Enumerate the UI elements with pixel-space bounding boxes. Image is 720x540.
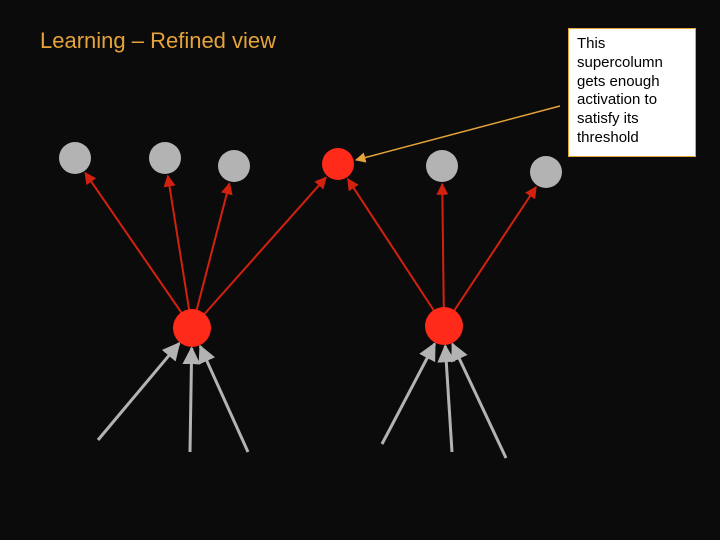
- page-title: Learning – Refined view: [40, 28, 276, 54]
- red-arrows-group: [85, 173, 536, 328]
- top-node: [149, 142, 181, 174]
- top-node: [218, 150, 250, 182]
- top-nodes-group: [59, 142, 562, 188]
- middle-nodes-group: [173, 307, 463, 347]
- callout-text: This supercolumn gets enough activation …: [577, 35, 663, 146]
- callout-box: This supercolumn gets enough activation …: [568, 28, 696, 157]
- top-node: [59, 142, 91, 174]
- yellow-arrow-group: [356, 106, 560, 160]
- top-node: [530, 156, 562, 188]
- top-node: [426, 150, 458, 182]
- top-node: [322, 148, 354, 180]
- middle-node: [425, 307, 463, 345]
- gray-arrows-group: [98, 343, 506, 458]
- middle-node: [173, 309, 211, 347]
